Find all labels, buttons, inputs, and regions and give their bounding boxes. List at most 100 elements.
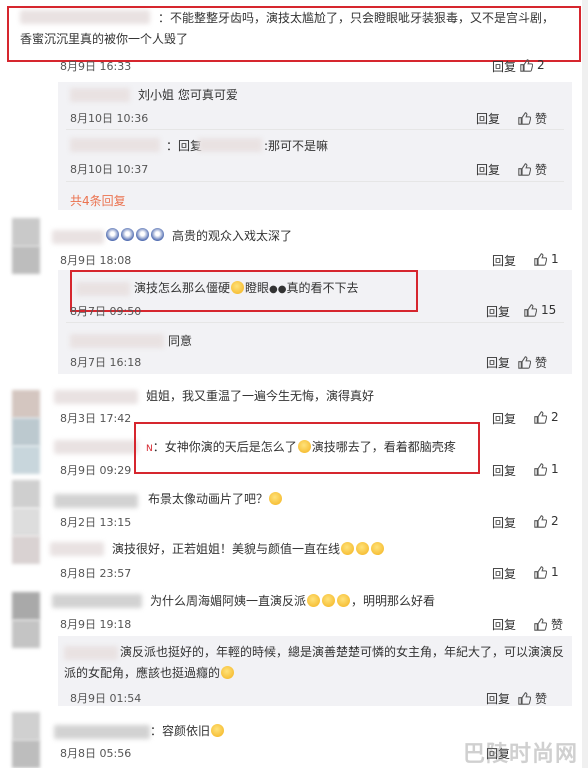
- blurred-username: [52, 230, 104, 244]
- comment-time: 8月9日 09:29: [60, 464, 132, 477]
- comment-time: 8月8日 05:56: [60, 747, 132, 760]
- avatar: [12, 446, 40, 474]
- scrollbar[interactable]: [582, 0, 588, 768]
- reply-button[interactable]: 回复: [492, 462, 516, 479]
- reply-text: ：回复: [166, 139, 203, 153]
- thumbs-up-icon: [534, 618, 547, 631]
- like-button[interactable]: 赞: [518, 161, 547, 178]
- like-button[interactable]: 2: [534, 410, 559, 424]
- thumbs-up-icon: [534, 410, 547, 424]
- reply-text: 同意: [168, 334, 193, 348]
- like-count: 2: [551, 410, 559, 424]
- thumbs-up-icon: [534, 462, 547, 476]
- emoji-group: [105, 228, 165, 242]
- avatar: [12, 508, 40, 536]
- thumbs-up-icon: [518, 356, 531, 369]
- blurred-username: [54, 440, 138, 454]
- reply-text: :那可不是嘛: [264, 139, 329, 153]
- like-label: 赞: [551, 618, 564, 632]
- thumbs-up-icon: [524, 303, 537, 317]
- like-button[interactable]: 赞: [534, 616, 563, 633]
- reply-button[interactable]: 回复: [486, 354, 510, 371]
- thumbs-up-icon: [518, 163, 531, 176]
- reply-text: 演反派也挺好的，年輕的時候，總是演善楚楚可憐的女主角，年紀大了，可以演演反派的女…: [64, 645, 565, 680]
- divider: [66, 129, 564, 130]
- thumbs-up-icon: [534, 252, 547, 266]
- reply-button[interactable]: 回复: [476, 110, 500, 127]
- thumbs-up-icon: [518, 112, 531, 125]
- watermark: 巴陵时尚网: [462, 742, 578, 767]
- blurred-username: [50, 542, 104, 556]
- thumbs-up-icon: [534, 565, 547, 579]
- like-button[interactable]: 2: [520, 58, 545, 72]
- reply-button[interactable]: 回复: [492, 616, 516, 633]
- avatar: [12, 480, 40, 508]
- thumbs-up-icon: [534, 514, 547, 528]
- comment-text: 布景太像动画片了吧？: [148, 489, 283, 510]
- like-button[interactable]: 1: [534, 462, 559, 476]
- reply-button[interactable]: 回复: [492, 58, 516, 75]
- like-label: 赞: [535, 163, 548, 177]
- reply-time: 8月7日 16:18: [70, 356, 142, 369]
- blurred-username: [70, 88, 130, 102]
- more-replies-link[interactable]: 共4条回复: [70, 192, 126, 209]
- like-button[interactable]: 2: [534, 514, 559, 528]
- comment-time: 8月3日 17:42: [60, 412, 132, 425]
- reply-time: 8月9日 01:54: [70, 692, 142, 705]
- like-button[interactable]: 赞: [518, 110, 547, 127]
- reply-button[interactable]: 回复: [476, 161, 500, 178]
- divider: [66, 322, 564, 323]
- highlight-box: [7, 6, 581, 62]
- comment-text: ：容颜依旧: [150, 721, 225, 742]
- like-label: 赞: [535, 356, 548, 370]
- avatar: [12, 740, 40, 768]
- reply-text: 刘小姐 您可真可爱: [138, 88, 238, 102]
- like-count: 15: [541, 303, 557, 317]
- highlight-box: [134, 422, 480, 474]
- like-button[interactable]: 赞: [518, 354, 547, 371]
- avatar: [12, 620, 40, 648]
- avatar: [12, 536, 40, 564]
- blurred-username: [70, 334, 164, 348]
- like-count: 2: [537, 58, 545, 72]
- like-button[interactable]: 15: [524, 303, 556, 317]
- reply-time: 8月7日 09:50: [70, 305, 142, 318]
- avatar: [12, 592, 40, 620]
- reply-button[interactable]: 回复: [492, 252, 516, 269]
- like-count: 1: [551, 565, 559, 579]
- comment-text: 为什么周海媚阿姨一直演反派 ，明明那么好看: [150, 594, 436, 608]
- blurred-username: [54, 494, 138, 508]
- like-label: 赞: [535, 692, 548, 706]
- comment-text: 高贵的观众入戏太深了: [172, 229, 293, 243]
- reply-button[interactable]: 回复: [486, 303, 510, 320]
- blurred-username: [54, 390, 138, 404]
- reply-time: 8月10日 10:36: [70, 112, 149, 125]
- thumbs-up-icon: [518, 692, 531, 705]
- like-button[interactable]: 1: [534, 252, 559, 266]
- like-button[interactable]: 赞: [518, 690, 547, 707]
- divider: [66, 181, 564, 182]
- avatar: [12, 218, 40, 246]
- comment-time: 8月9日 19:18: [60, 618, 132, 631]
- avatar: [12, 246, 40, 274]
- comment-text: 姐姐，我又重温了一遍今生无悔，演得真好: [146, 389, 375, 403]
- reply-button[interactable]: 回复: [492, 514, 516, 531]
- like-label: 赞: [535, 112, 548, 126]
- comment-text: 演技很好，正若姐姐！美貌与颜值一直在线: [112, 539, 385, 560]
- reply-button[interactable]: 回复: [492, 410, 516, 427]
- comment-time: 8月2日 13:15: [60, 516, 132, 529]
- reply-button[interactable]: 回复: [486, 690, 510, 707]
- like-count: 2: [551, 514, 559, 528]
- avatar: [12, 712, 40, 740]
- comment-time: 8月9日 18:08: [60, 254, 132, 267]
- reply-button[interactable]: 回复: [492, 565, 516, 582]
- avatar: [12, 390, 40, 418]
- comment-time: 8月9日 16:33: [60, 60, 132, 73]
- avatar: [12, 418, 40, 446]
- like-button[interactable]: 1: [534, 565, 559, 579]
- blurred-username: [52, 594, 142, 608]
- blurred-username: [198, 138, 262, 152]
- like-count: 1: [551, 462, 559, 476]
- like-count: 1: [551, 252, 559, 266]
- blurred-username: [70, 138, 160, 152]
